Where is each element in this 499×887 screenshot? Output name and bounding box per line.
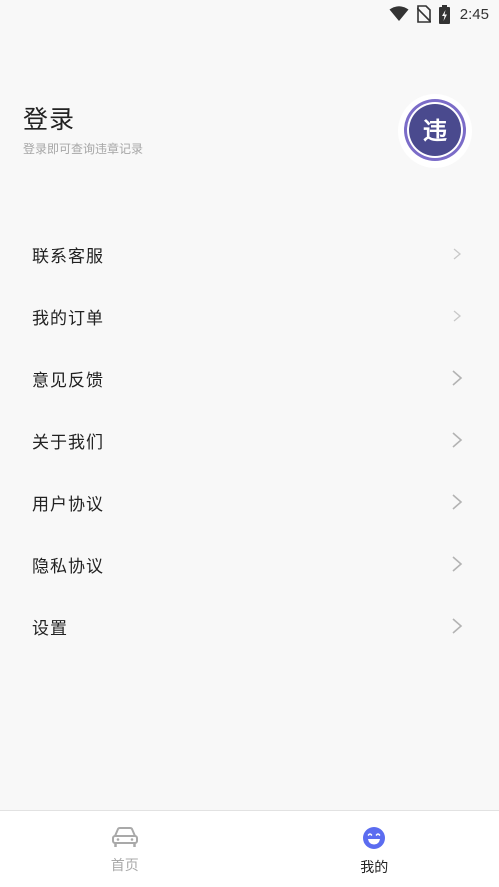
wifi-icon [389, 6, 409, 22]
chevron-right-icon [453, 248, 462, 260]
menu-item-label: 我的订单 [32, 308, 104, 329]
logo-text: 违 [423, 117, 447, 145]
menu-item-privacy-agreement[interactable]: 隐私协议 [0, 533, 499, 595]
menu-item-user-agreement[interactable]: 用户协议 [0, 471, 499, 533]
menu-list: 联系客服 我的订单 意见反馈 关于我们 用户协议 隐私协议 设置 [0, 223, 499, 657]
chevron-right-icon [452, 432, 463, 448]
menu-item-about-us[interactable]: 关于我们 [0, 409, 499, 471]
chevron-right-icon [452, 494, 463, 510]
status-bar: 2:45 [0, 0, 499, 28]
chevron-right-icon [452, 370, 463, 386]
login-header[interactable]: 登录 登录即可查询违章记录 违 [23, 93, 476, 173]
menu-item-label: 设置 [32, 618, 68, 639]
menu-item-label: 联系客服 [32, 246, 104, 267]
screen: 2:45 登录 登录即可查询违章记录 违 联系客服 我的订单 意见反馈 关于我们… [0, 0, 499, 887]
menu-item-my-orders[interactable]: 我的订单 [0, 285, 499, 347]
status-time: 2:45 [459, 5, 489, 23]
battery-charging-icon [438, 4, 450, 24]
menu-item-settings[interactable]: 设置 [0, 595, 499, 657]
chevron-right-icon [453, 310, 462, 322]
login-subtitle: 登录即可查询违章记录 [23, 142, 144, 156]
smiley-icon [362, 826, 386, 854]
menu-item-contact-service[interactable]: 联系客服 [0, 223, 499, 285]
login-title[interactable]: 登录 [23, 100, 75, 136]
menu-item-feedback[interactable]: 意见反馈 [0, 347, 499, 409]
car-icon [111, 826, 139, 852]
menu-item-label: 隐私协议 [32, 556, 104, 577]
tab-home[interactable]: 首页 [0, 811, 250, 887]
menu-item-label: 用户协议 [32, 494, 104, 515]
no-sim-icon [416, 5, 431, 23]
tab-mine-label: 我的 [360, 860, 389, 876]
menu-item-label: 意见反馈 [32, 370, 104, 391]
chevron-right-icon [452, 618, 463, 634]
tab-mine[interactable]: 我的 [250, 811, 499, 887]
tab-home-label: 首页 [110, 858, 139, 874]
menu-item-label: 关于我们 [32, 432, 104, 453]
chevron-right-icon [452, 556, 463, 572]
bottom-nav: 首页 我的 [0, 810, 499, 887]
app-logo: 违 [397, 93, 473, 169]
status-icons: 2:45 [389, 4, 489, 24]
